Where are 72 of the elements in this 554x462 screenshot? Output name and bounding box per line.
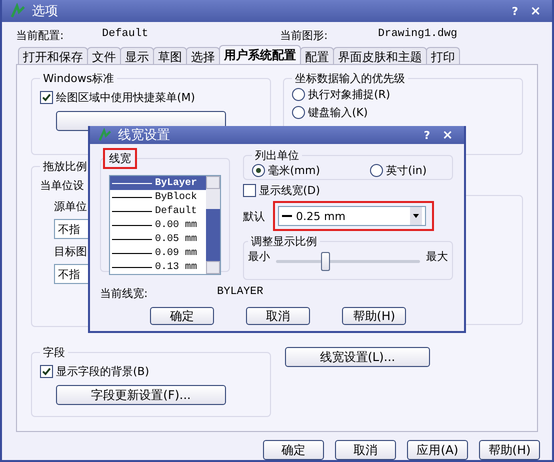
list-item[interactable]: Default [110,204,206,218]
radio-row[interactable]: 执行对象捕捉(R) [292,87,390,102]
radio-row[interactable]: 英寸(in) [370,163,427,178]
lineweight-list[interactable]: ByLayer ByBlock Default 0.00 mm 0.05 mm 0.09 mm 0.13 mm [109,175,221,275]
help-button[interactable]: ? [508,4,522,18]
slider-thumb[interactable] [320,252,330,271]
radio-button[interactable] [292,88,305,101]
dialog-button[interactable]: 帮助(H) [479,440,540,460]
field-label: 源单位 [54,199,87,214]
tab[interactable]: 打开和保存 [18,47,88,64]
field-label: 默认 [243,208,265,224]
checkbox-row[interactable]: 绘图区域中使用快捷菜单(M) [40,90,196,105]
radio-row[interactable]: 键盘输入(K) [292,105,368,120]
close-button[interactable]: × [439,128,456,142]
app-icon [98,128,112,142]
radio-button[interactable] [292,106,305,119]
group-title: 坐标数据输入的优先级 [294,71,406,86]
radio-button[interactable] [252,164,265,177]
tab[interactable]: 界面皮肤和主题 [333,47,427,64]
tab[interactable]: 配置 [300,47,334,64]
drawing-label: 当前图形: [280,28,329,43]
dialog-button[interactable]: 取消 [246,307,310,325]
tab[interactable]: 用户系统配置 [219,45,301,64]
tab[interactable]: 选择 [186,47,220,64]
field-label: 当单位设 [40,178,84,193]
scrollbar[interactable] [206,176,220,274]
profile-value: Default [102,28,150,40]
tab[interactable]: 显示 [120,47,154,64]
window-title: 选项 [32,3,59,20]
group-title: 拖放比例 [42,159,88,174]
dialog-button[interactable]: 确定 [150,307,214,325]
checkbox[interactable] [40,365,53,378]
dialog-button[interactable]: 帮助(H) [342,307,406,325]
checkbox-row[interactable]: 显示字段的背景(B) [40,364,150,379]
dialog-button[interactable]: 应用(A) [407,440,468,460]
group-title: 字段 [42,345,66,360]
list-item[interactable]: ByLayer [110,176,206,190]
field-label: 目标图 [54,244,87,259]
radio-button[interactable] [370,164,384,177]
tab[interactable]: 打印 [426,47,460,64]
current-label: 当前线宽: [100,286,149,301]
close-button[interactable]: × [527,4,544,18]
radio-row[interactable]: 毫米(mm) [252,163,320,178]
slider-label: 最大 [426,249,448,264]
group-title: 线宽 [103,148,137,169]
drawing-value: Drawing1.dwg [378,28,458,40]
dialog-button[interactable]: 确定 [263,440,324,460]
group-title: 列出单位 [254,148,300,163]
dialog-button[interactable]: 取消 [335,440,396,460]
list-item[interactable]: 0.09 mm [110,246,206,260]
dropdown-field[interactable]: 0.25 mm [278,206,426,226]
list-item[interactable]: 0.00 mm [110,218,206,232]
group-title: Windows标准 [42,71,116,86]
current-value: BYLAYER [217,286,264,298]
list-item[interactable]: 0.05 mm [110,232,206,246]
lineweight-button[interactable]: 线宽设置(L)... [285,347,430,367]
list-item[interactable]: 0.13 mm [110,260,206,274]
dialog-title: 线宽设置 [118,127,171,144]
help-button[interactable]: ? [420,128,434,142]
slider-label: 最小 [248,249,270,264]
checkbox[interactable] [243,184,256,197]
caret-icon [413,214,419,218]
list-item[interactable]: ByBlock [110,190,206,204]
tab[interactable]: 草图 [153,47,187,64]
checkbox-row[interactable]: 显示线宽(D) [243,183,320,198]
profile-label: 当前配置: [16,28,65,43]
tab[interactable]: 文件 [87,47,121,64]
app-icon [10,3,26,19]
group-title: 调整显示比例 [250,234,318,249]
scale-slider[interactable] [276,249,420,273]
field-update-button[interactable]: 字段更新设置(F)... [56,385,226,405]
checkbox[interactable] [40,91,53,104]
